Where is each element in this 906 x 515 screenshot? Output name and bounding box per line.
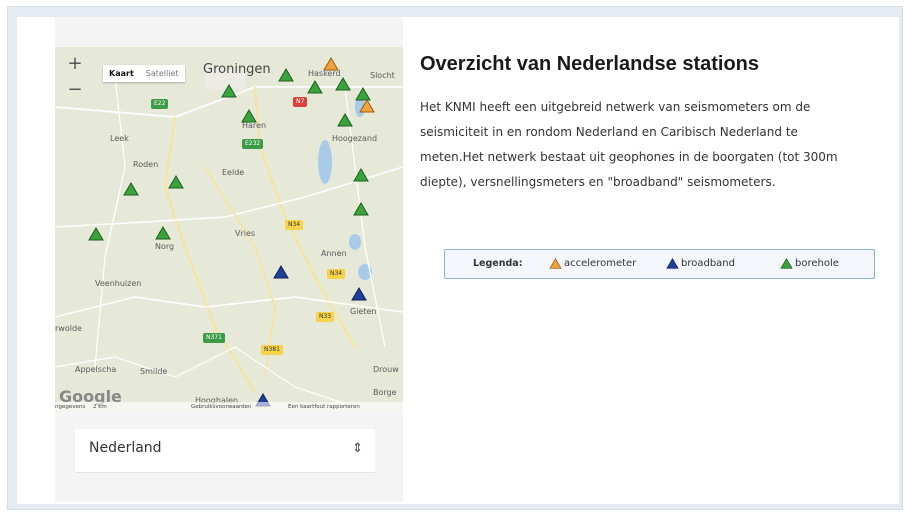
region-select[interactable]: Nederland ⇕: [75, 429, 375, 473]
legend-item-label: borehole: [795, 258, 839, 269]
legend-item-broadband: broadband: [666, 258, 735, 269]
place-label: Veenhuizen: [95, 279, 142, 288]
description-line: Het KNMI heeft een uitgebreid netwerk va…: [420, 100, 811, 114]
stations-card: + − Kaart Satelliet Groningen Haskerd Sl…: [17, 17, 899, 504]
legend-item-label: accelerometer: [564, 258, 637, 269]
station-marker-borehole[interactable]: [241, 109, 257, 123]
map-panel: + − Kaart Satelliet Groningen Haskerd Sl…: [55, 17, 403, 502]
report-error-link[interactable]: Een kaartfout rapporteren: [288, 404, 360, 410]
road-badge: N381: [261, 345, 283, 355]
page-background: + − Kaart Satelliet Groningen Haskerd Sl…: [7, 6, 903, 510]
station-marker-accelerometer[interactable]: [323, 57, 339, 71]
road-badge: N34: [327, 269, 346, 279]
road-badge: N7: [293, 97, 308, 107]
place-label: Leek: [110, 134, 129, 143]
place-label: rwolde: [55, 324, 82, 333]
legend-item-borehole: borehole: [780, 258, 839, 269]
accelerometer-triangle-icon: [549, 258, 562, 269]
station-marker-borehole[interactable]: [353, 168, 369, 182]
place-label: Slocht: [370, 71, 395, 80]
station-marker-borehole[interactable]: [155, 226, 171, 240]
place-label: Eelde: [222, 168, 245, 177]
station-marker-borehole[interactable]: [335, 77, 351, 91]
description-line: seismiciteit in en rondom Nederland en C…: [420, 125, 798, 139]
map-footer: ngegevens 2 km Gebruiksvoorwaarden Een k…: [55, 402, 403, 413]
place-label: Vries: [235, 229, 256, 238]
station-marker-accelerometer[interactable]: [359, 99, 375, 113]
legend-item-label: broadband: [681, 258, 735, 269]
region-select-value: Nederland: [89, 440, 162, 456]
place-label: Gieten: [350, 307, 377, 316]
place-label: Appelscha: [75, 365, 117, 374]
place-label: Roden: [133, 160, 159, 169]
zoom-out-button[interactable]: −: [61, 78, 89, 104]
terms-link[interactable]: Gebruiksvoorwaarden: [191, 404, 251, 410]
station-marker-broadband[interactable]: [351, 287, 367, 301]
place-label: Norg: [155, 242, 175, 251]
map-type-map-button[interactable]: Kaart: [103, 65, 140, 82]
select-chevron-icon: ⇕: [352, 441, 363, 456]
zoom-controls: + −: [61, 52, 91, 104]
legend-item-accelerometer: accelerometer: [549, 258, 636, 269]
station-marker-borehole[interactable]: [88, 227, 104, 241]
station-marker-borehole[interactable]: [307, 80, 323, 94]
page-title: Overzicht van Nederlandse stations: [420, 53, 760, 75]
road-badge: N371: [203, 333, 225, 343]
station-marker-broadband[interactable]: [273, 265, 289, 279]
place-label: Annen: [321, 249, 347, 258]
map-roads: [55, 47, 403, 413]
station-marker-borehole[interactable]: [337, 113, 353, 127]
station-marker-borehole[interactable]: [123, 182, 139, 196]
road-badge: E232: [242, 139, 264, 149]
legend-label: Legenda:: [473, 258, 523, 269]
map-type-toggle: Kaart Satelliet: [103, 65, 185, 82]
place-label: Groningen: [203, 62, 271, 77]
zoom-in-button[interactable]: +: [61, 52, 89, 78]
map-type-satellite-button[interactable]: Satelliet: [140, 65, 185, 82]
road-badge: E22: [151, 99, 169, 109]
station-marker-borehole[interactable]: [353, 202, 369, 216]
place-label: Drouw: [373, 365, 399, 374]
description-line: diepte), versnellingsmeters en "broadban…: [420, 175, 776, 189]
station-marker-borehole[interactable]: [168, 175, 184, 189]
station-map[interactable]: + − Kaart Satelliet Groningen Haskerd Sl…: [55, 47, 403, 413]
place-label: Hoogezand: [332, 134, 378, 143]
road-badge: N33: [316, 312, 335, 322]
map-data-credit: ngegevens: [55, 404, 86, 410]
map-legend: Legenda: accelerometer broadband borehol…: [444, 249, 875, 279]
road-badge: N34: [285, 220, 304, 230]
place-label: Smilde: [140, 367, 168, 376]
description-line: meten.Het netwerk bestaat uit geophones …: [420, 150, 838, 164]
station-marker-borehole[interactable]: [221, 84, 237, 98]
description: Het KNMI heeft een uitgebreid netwerk va…: [420, 95, 882, 195]
station-marker-borehole[interactable]: [278, 68, 294, 82]
map-scale: 2 km: [93, 404, 107, 410]
broadband-triangle-icon: [666, 258, 679, 269]
place-label: Borge: [373, 388, 397, 397]
borehole-triangle-icon: [780, 258, 793, 269]
